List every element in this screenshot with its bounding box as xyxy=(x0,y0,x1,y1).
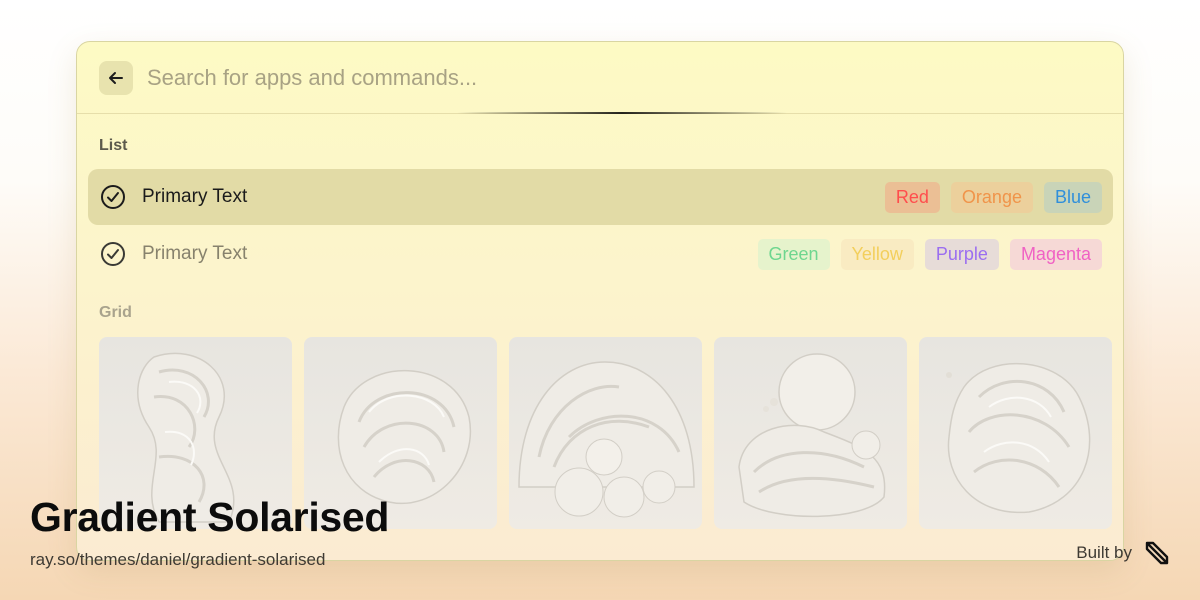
built-by: Built by xyxy=(1076,540,1170,566)
tag-group: Red Orange Blue xyxy=(884,181,1102,213)
built-by-label: Built by xyxy=(1076,543,1132,562)
launcher-window: List Primary Text Red Orange Blue Primar… xyxy=(76,41,1124,561)
tag-red: Red xyxy=(884,181,940,213)
tag-green: Green xyxy=(757,238,830,270)
loading-bar xyxy=(457,112,787,114)
tag-yellow: Yellow xyxy=(840,238,914,270)
theme-title: Gradient Solarised xyxy=(30,494,390,540)
list-item[interactable]: Primary Text Red Orange Blue xyxy=(88,169,1113,225)
back-button[interactable] xyxy=(99,60,133,95)
grid-item[interactable] xyxy=(509,337,702,529)
raycast-logo-icon[interactable] xyxy=(1144,540,1170,566)
section-title-list: List xyxy=(99,137,128,154)
check-circle-icon xyxy=(101,242,125,266)
arrow-left-icon xyxy=(109,71,123,84)
list-item-label: Primary Text xyxy=(142,243,248,264)
list-item[interactable]: Primary Text Green Yellow Purple Magenta xyxy=(88,226,1113,282)
theme-url[interactable]: ray.so/themes/daniel/gradient-solarised xyxy=(30,550,325,570)
tag-magenta: Magenta xyxy=(1009,238,1102,270)
swirl-sculpture-image xyxy=(946,362,1091,514)
grid-item[interactable] xyxy=(919,337,1112,529)
tag-orange: Orange xyxy=(950,181,1033,213)
tag-blue: Blue xyxy=(1043,181,1102,213)
list-item-label: Primary Text xyxy=(142,186,248,207)
tag-purple: Purple xyxy=(924,238,999,270)
search-bar xyxy=(77,42,1123,114)
tag-group: Green Yellow Purple Magenta xyxy=(757,238,1102,270)
swirl-sculpture-image xyxy=(518,361,695,518)
swirl-sculpture-image xyxy=(738,353,886,518)
section-title-grid: Grid xyxy=(99,304,132,321)
search-input[interactable] xyxy=(147,64,747,91)
grid-item[interactable] xyxy=(714,337,907,529)
check-circle-icon xyxy=(101,185,125,209)
